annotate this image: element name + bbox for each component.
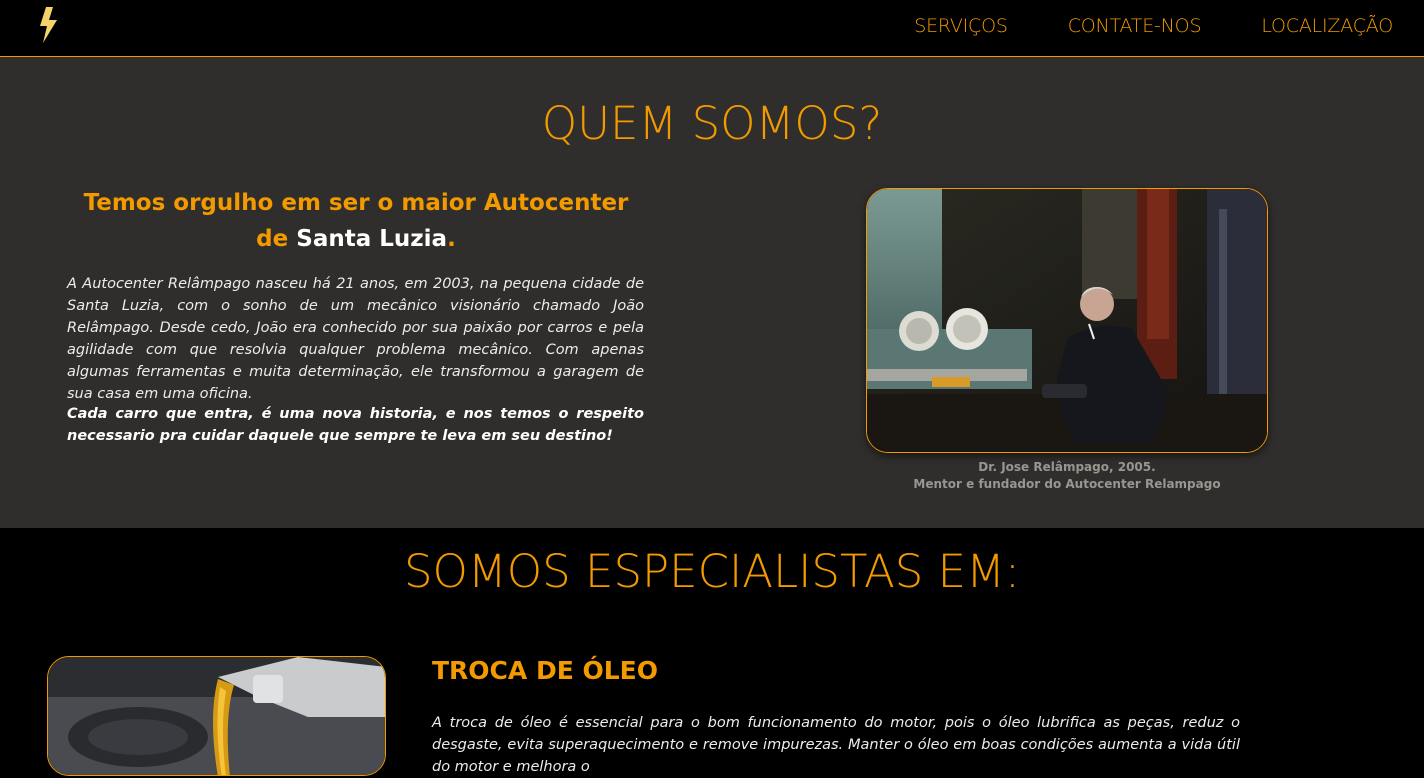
oil-change-image <box>48 657 385 775</box>
lightning-bolt-icon[interactable] <box>33 6 63 44</box>
service-description-oil-change: A troca de óleo é essencial para o bom f… <box>432 715 1240 775</box>
founder-photo-caption: Dr. Jose Relâmpago, 2005. Mentor e funda… <box>866 459 1268 493</box>
service-title-oil-change: TROCA DE ÓLEO <box>432 656 659 685</box>
about-subtitle-highlight: Santa Luzia <box>296 226 448 252</box>
nav-link-servicos[interactable]: SERVIÇOS <box>914 15 1008 37</box>
about-section: QUEM SOMOS? Temos orgulho em ser o maior… <box>0 57 1424 528</box>
oil-change-photo <box>47 656 386 776</box>
about-paragraph-history: A Autocenter Relâmpago nasceu há 21 anos… <box>67 276 644 402</box>
caption-role: Mentor e fundador do Autocenter Relampag… <box>913 477 1221 491</box>
about-subtitle-end: . <box>447 226 456 252</box>
about-paragraph-mission: Cada carro que entra, é uma nova histori… <box>67 406 644 444</box>
about-subtitle: Temos orgulho em ser o maior Autocenter … <box>67 185 645 257</box>
specialists-title: SOMOS ESPECIALISTAS EM: <box>403 545 1021 598</box>
nav-link-localizacao[interactable]: LOCALIZAÇÃO <box>1261 15 1393 37</box>
caption-name: Dr. Jose Relâmpago, 2005. <box>978 460 1156 474</box>
founder-photo <box>866 188 1268 453</box>
about-title: QUEM SOMOS? <box>541 97 883 150</box>
founder-photo-image <box>867 189 1267 452</box>
nav-link-contate-nos[interactable]: CONTATE-NOS <box>1068 15 1202 37</box>
site-header: SERVIÇOS CONTATE-NOS LOCALIZAÇÃO <box>0 0 1424 57</box>
main-nav: SERVIÇOS CONTATE-NOS LOCALIZAÇÃO <box>914 15 1393 37</box>
